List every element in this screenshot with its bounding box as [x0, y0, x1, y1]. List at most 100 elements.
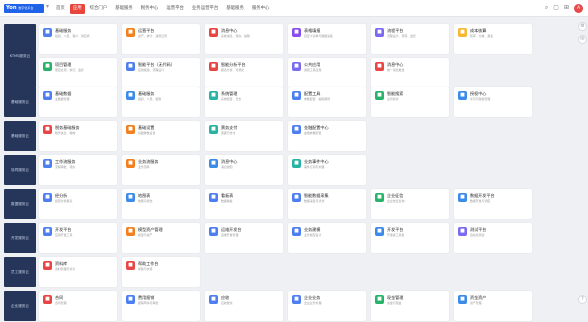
app-card[interactable]: ■ 授权中心 许可与授权管理 — [454, 87, 532, 117]
app-card[interactable]: ■ 开发平台 开发者工具集 — [371, 223, 449, 253]
app-card[interactable]: ■ 票务支付 票据与支付 — [205, 121, 283, 151]
app-card[interactable]: ■ 表格填报 自定义表单与数据采集 — [288, 24, 366, 54]
app-card[interactable]: ■ 消息中心 系统消息、待办、提醒 — [205, 24, 283, 54]
app-description: 资料管理与共享 — [55, 267, 76, 271]
user-icon: ■ — [126, 91, 135, 100]
app-card[interactable]: ■ 智能数据采集 数据采集与清洗 — [288, 189, 366, 219]
app-description: 帮助与支持 — [138, 267, 153, 271]
app-card[interactable]: ■ 基础数据 主数据管理 — [39, 87, 117, 117]
nav-item[interactable]: 基础服务 — [223, 4, 247, 14]
app-description: 经营分析报表 — [55, 199, 73, 203]
flow-icon: ■ — [375, 28, 384, 37]
app-card[interactable]: ■ 资料库 资料管理与共享 — [39, 257, 117, 287]
lock-icon[interactable]: ▢ — [553, 3, 559, 13]
app-card[interactable]: ■ 业务流服务 业务流转 — [122, 155, 200, 185]
section-label: 开发服务云 — [4, 223, 36, 253]
setting-icon: ■ — [209, 91, 218, 100]
app-card[interactable]: ■ 消息中心 统一消息推送 — [371, 58, 449, 88]
tax-icon: ■ — [43, 125, 52, 134]
app-card[interactable]: ■ 企业业务 企业业务处理 — [288, 291, 366, 321]
biz2-icon: ■ — [292, 295, 301, 304]
app-card[interactable]: ■ 基础服务 组织、人员、客户、供应商 — [39, 24, 117, 54]
app-card[interactable]: ■ 业务建模 业务模型设计 — [288, 223, 366, 253]
app-logo[interactable]: Yon 数字化平台 — [4, 4, 44, 13]
app-card[interactable]: ■ 消息中心 消息通知 — [205, 155, 283, 185]
analysis-icon: ■ — [209, 62, 218, 71]
app-card[interactable]: ■ 模型资产管理 模型与资产 — [122, 223, 200, 253]
app-description: 业务流转 — [138, 165, 150, 169]
nav-item[interactable]: 运营平台 — [163, 4, 187, 14]
app-card[interactable]: ■ 运维开发台 运维开发管理 — [205, 223, 283, 253]
key-icon: ■ — [458, 91, 467, 100]
gear-icon: ■ — [126, 125, 135, 134]
app-card[interactable]: ■ 基础服务 组织、人员、权限 — [122, 87, 200, 117]
app-card[interactable]: ■ 系统管理 系统配置、日志 — [205, 87, 283, 117]
db-icon: ■ — [43, 91, 52, 100]
app-card[interactable]: ■ 地图表 地图可视化 — [122, 189, 200, 219]
app-card[interactable]: ■ 运营平台 资产、统计、消费记录 — [122, 24, 200, 54]
app-card[interactable]: ■ 经分析 经营分析报表 — [39, 189, 117, 219]
toolbar-icons: ⌕ ▢ ⊞ A — [545, 3, 583, 13]
app-card[interactable]: ■ 智能平台（无代码） 应用搭建、流程设计 — [122, 58, 200, 88]
app-card[interactable]: ■ 应收 应收账款 — [205, 291, 283, 321]
chevron-down-icon[interactable]: ▾ — [46, 3, 49, 10]
section-label: 数据服务云 — [4, 189, 36, 219]
app-card[interactable]: ■ 合同 合同管理 — [39, 291, 117, 321]
app-description: 系统消息、待办、提醒 — [221, 34, 250, 38]
app-card[interactable]: ■ 企业征信 企业信息查询 — [371, 189, 449, 219]
app-card[interactable]: ■ 智能搜索 全局检索 — [371, 87, 449, 117]
nav-item[interactable]: 服务中心 — [249, 4, 273, 14]
app-description: 应用搭建、流程设计 — [138, 68, 165, 72]
app-description: 基础参数设置 — [138, 131, 156, 135]
app-card[interactable]: ■ 配置工具 参数配置、编码规则 — [288, 87, 366, 117]
ops-icon: ■ — [209, 227, 218, 236]
app-card[interactable]: ■ 现金管理 资金与现金 — [371, 291, 449, 321]
test-icon: ■ — [458, 227, 467, 236]
contract-icon: ■ — [43, 295, 52, 304]
biz-icon: ■ — [126, 159, 135, 168]
nav-item[interactable]: 税务中心 — [138, 4, 162, 14]
app-card[interactable]: ■ 税务基础服务 税务信息、税种 — [39, 121, 117, 151]
app-card[interactable]: ■ 智能分析平台 报表分析、可视化 — [205, 58, 283, 88]
app-description: 项目立项、执行、监控 — [55, 68, 84, 72]
app-card[interactable]: ■ 流程平台 流程设计、流转、监控 — [371, 24, 449, 54]
app-card[interactable]: ■ 看板表 数据看板 — [205, 189, 283, 219]
book-icon: ■ — [43, 261, 52, 270]
app-card[interactable]: ■ 数据开发平台 数据开发与调度 — [454, 189, 532, 219]
pie-icon: ■ — [43, 193, 52, 202]
nav-item[interactable]: 基础服务 — [112, 4, 136, 14]
app-card[interactable]: ■ 工作流服务 流程审批、待办 — [39, 155, 117, 185]
logo-text: Yon — [6, 5, 17, 11]
nav-item[interactable]: 应用 — [69, 4, 85, 14]
feedback-icon[interactable]: ? — [578, 295, 587, 304]
app-description: 消息通知 — [221, 165, 233, 169]
app-card[interactable]: ■ 金融配置中心 金融参数配置 — [288, 121, 366, 151]
nav-item[interactable]: 综合门户 — [87, 4, 111, 14]
bell-icon: ■ — [209, 159, 218, 168]
app-description: 自定义表单与数据采集 — [304, 34, 333, 38]
app-card[interactable]: ■ 业务事件中心 事件订阅与处理 — [288, 155, 366, 185]
settings-icon[interactable]: ⚙ — [578, 22, 587, 31]
app-description: 企业业务处理 — [304, 301, 322, 305]
app-description: 业务模型设计 — [304, 233, 322, 237]
app-description: 合同管理 — [55, 301, 67, 305]
app-description: 应用开发工具 — [55, 233, 73, 237]
event-icon: ■ — [292, 159, 301, 168]
app-card[interactable]: ■ 费用报销 报销申请与审批 — [122, 291, 200, 321]
avatar[interactable]: A — [574, 3, 583, 13]
app-card[interactable]: ■ 项目管理 项目立项、执行、监控 — [39, 58, 117, 88]
app-card[interactable]: ■ 帮助工作台 帮助与支持 — [122, 257, 200, 287]
nav-item[interactable]: 首页 — [53, 4, 68, 14]
app-card[interactable]: ■ 公共应用 通用工具应用 — [288, 58, 366, 88]
message-icon[interactable]: ✉ — [578, 35, 587, 44]
app-card[interactable]: ■ 测试平台 自动化测试 — [454, 223, 532, 253]
nav-item[interactable]: 业务运营平台 — [189, 4, 221, 14]
section-label: 员工服务云 — [4, 257, 36, 287]
bank-icon: ■ — [292, 125, 301, 134]
apps-icon[interactable]: ⊞ — [564, 3, 569, 13]
app-card[interactable]: ■ 成本核算 核算、分摊、报表 — [454, 24, 532, 54]
app-card[interactable]: ■ 资金资产 资产管理 — [454, 291, 532, 321]
app-card[interactable]: ■ 开发平台 应用开发工具 — [39, 223, 117, 253]
app-card[interactable]: ■ 基础设置 基础参数设置 — [122, 121, 200, 151]
search-icon[interactable]: ⌕ — [545, 3, 548, 13]
